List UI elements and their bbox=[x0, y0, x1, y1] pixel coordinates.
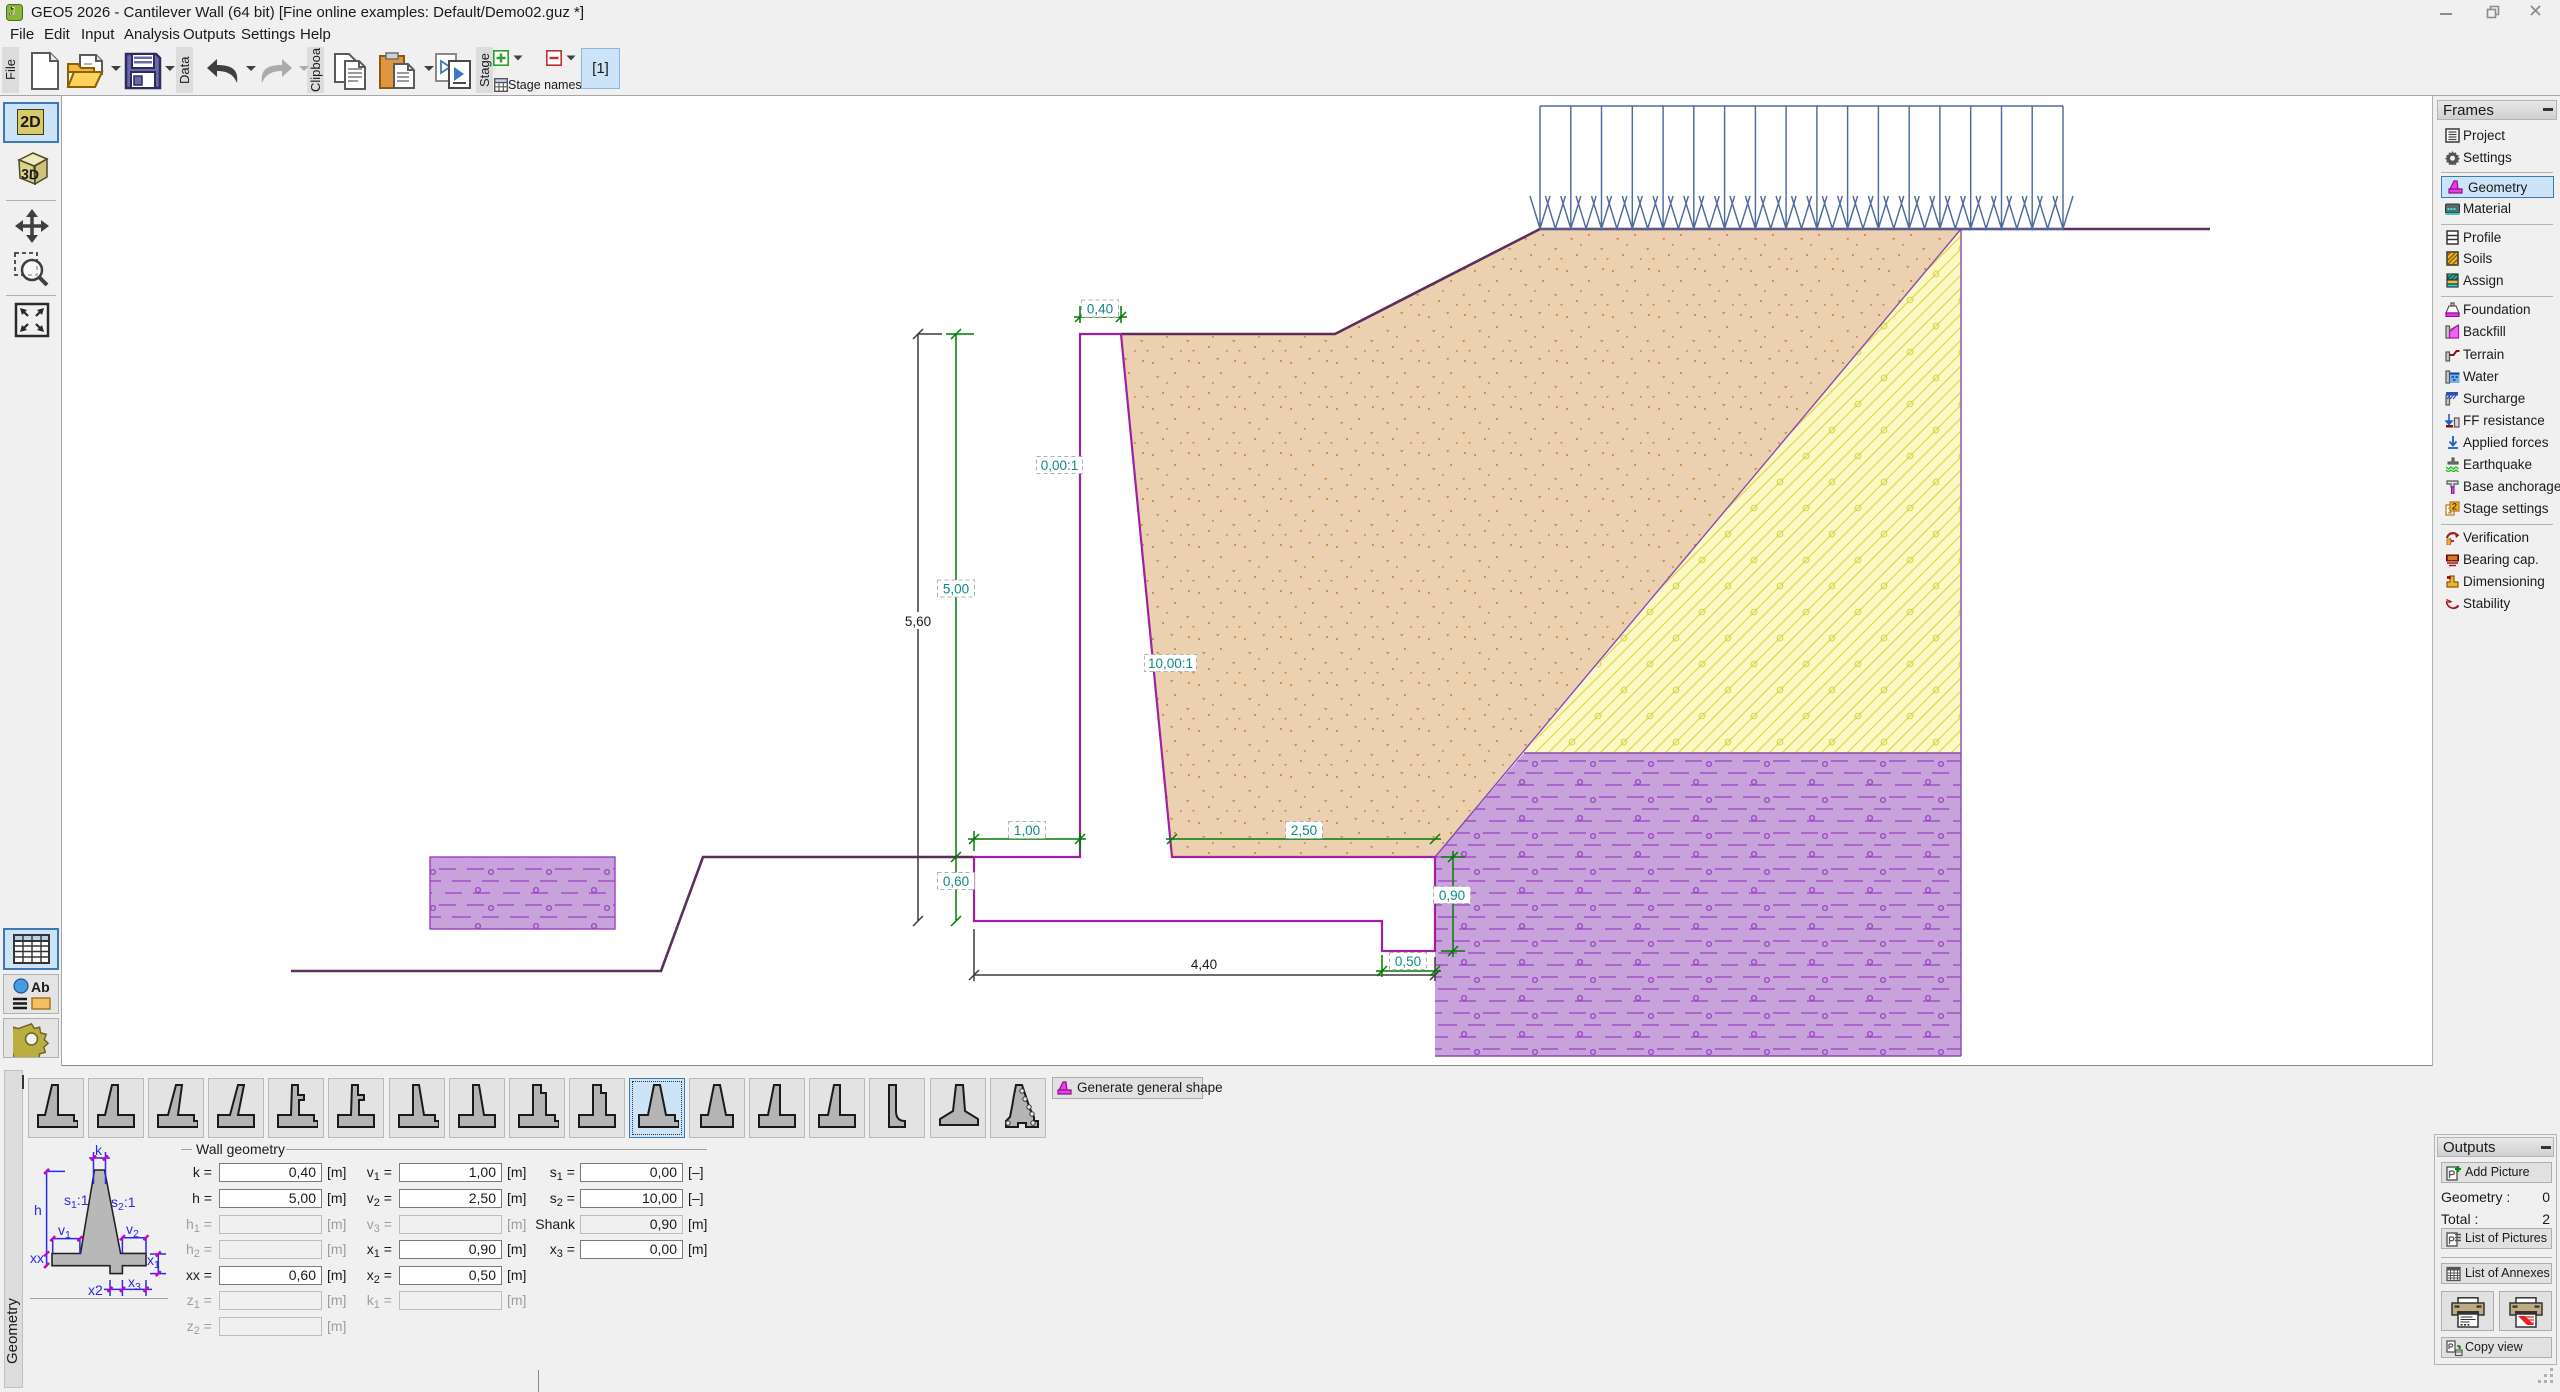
svg-text:2,50: 2,50 bbox=[1291, 823, 1317, 838]
svg-text:5,00: 5,00 bbox=[943, 582, 969, 597]
svg-text:10,00:1: 10,00:1 bbox=[1148, 656, 1193, 671]
svg-text:0,50: 0,50 bbox=[1395, 954, 1421, 969]
svg-text:2: 2 bbox=[2452, 502, 2457, 512]
svg-text:5,60: 5,60 bbox=[905, 614, 931, 629]
svg-text:0,40: 0,40 bbox=[1087, 302, 1113, 317]
svg-text:0,90: 0,90 bbox=[1439, 888, 1465, 903]
svg-text:s2:1: s2:1 bbox=[111, 1194, 136, 1213]
svg-text:Ab: Ab bbox=[31, 979, 50, 995]
svg-text:x2: x2 bbox=[88, 1282, 103, 1298]
svg-text:0,60: 0,60 bbox=[943, 874, 969, 889]
svg-text:0,00:1: 0,00:1 bbox=[1041, 458, 1079, 473]
svg-text:k: k bbox=[95, 1142, 103, 1158]
svg-text:1,00: 1,00 bbox=[1014, 823, 1040, 838]
svg-text:4,40: 4,40 bbox=[1191, 957, 1217, 972]
svg-text:h: h bbox=[34, 1202, 42, 1218]
svg-text:xx: xx bbox=[30, 1250, 44, 1266]
svg-text:s1:1: s1:1 bbox=[64, 1192, 89, 1211]
svg-text:3D: 3D bbox=[21, 166, 40, 183]
